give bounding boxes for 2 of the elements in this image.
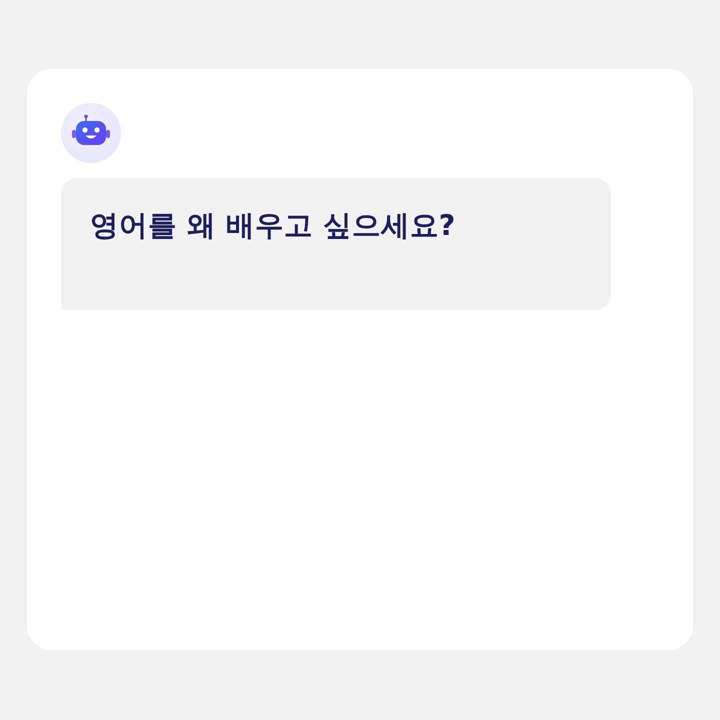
robot-avatar-icon xyxy=(61,103,121,163)
message-text: 영어를 왜 배우고 싶으세요? xyxy=(90,208,456,244)
